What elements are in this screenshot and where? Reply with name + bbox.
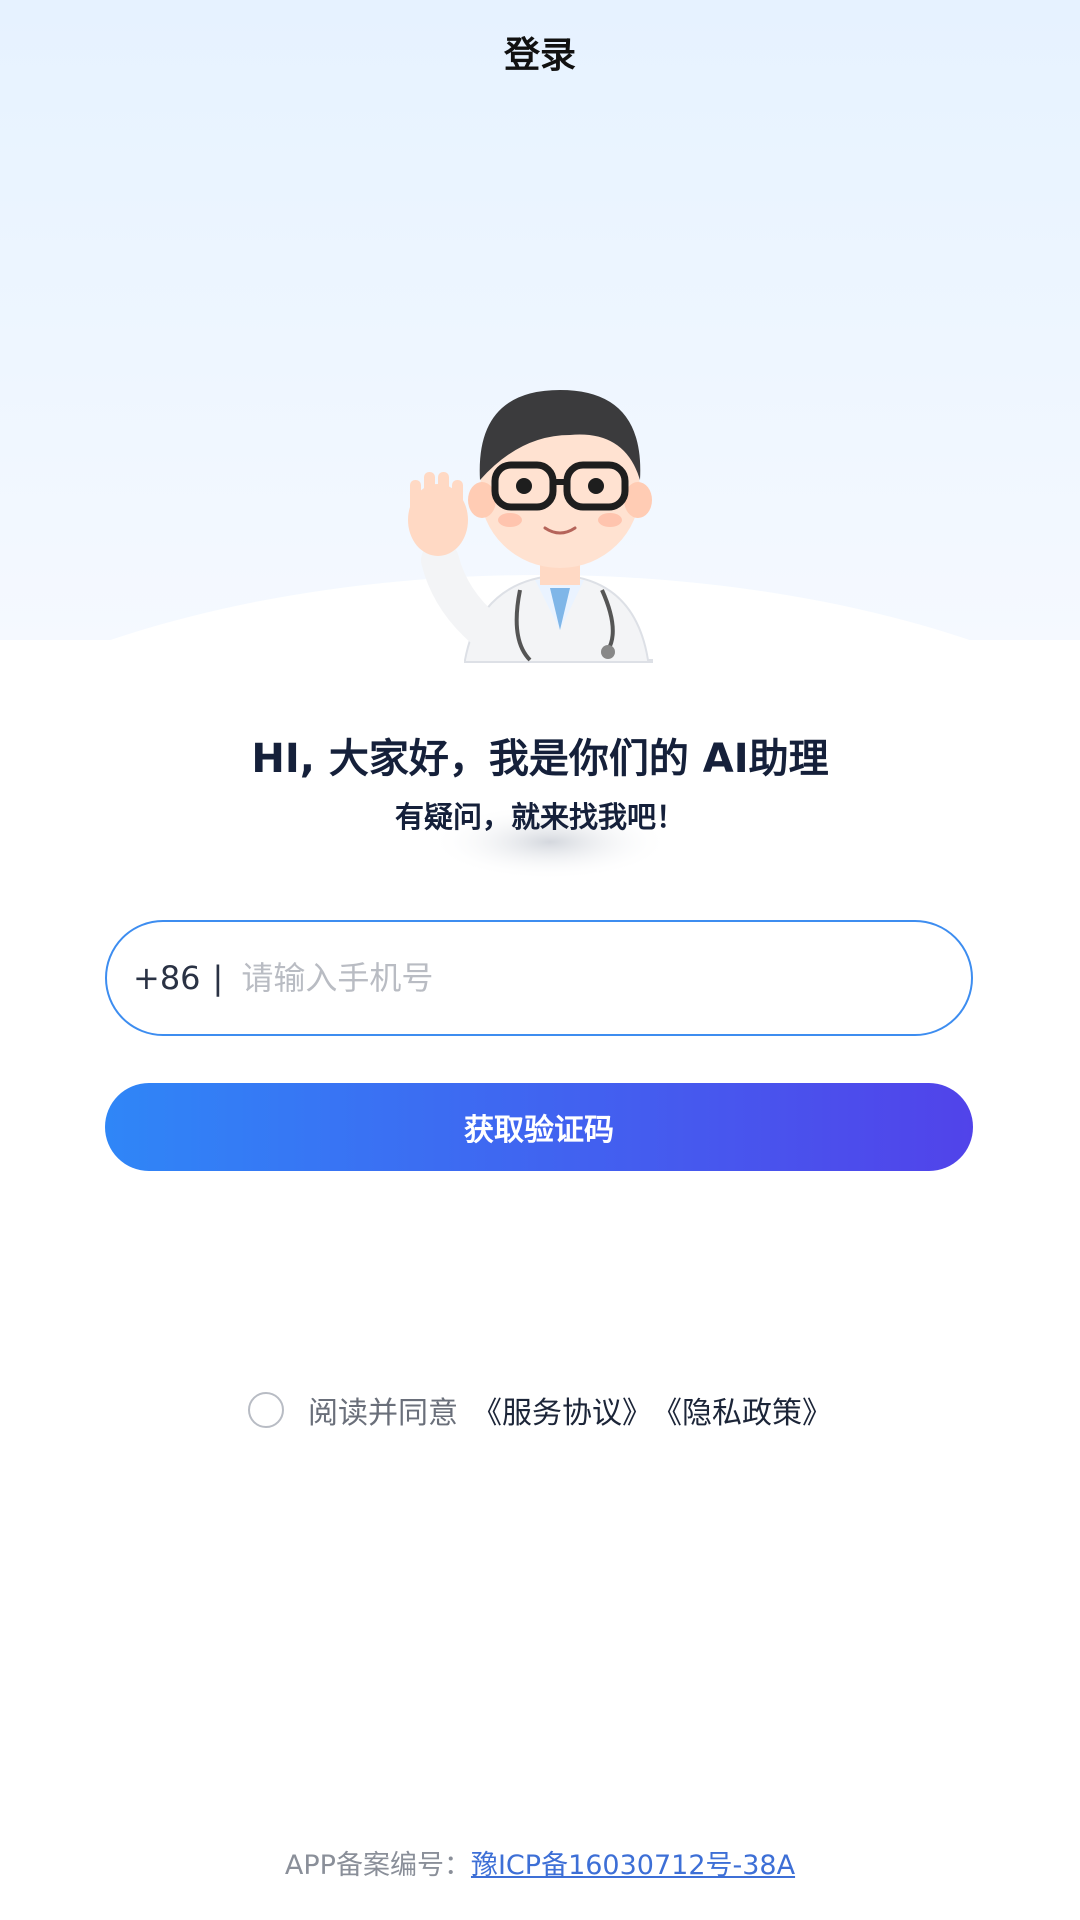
- service-agreement-link[interactable]: 《服务协议》: [472, 1388, 652, 1432]
- page-title: 登录: [503, 35, 576, 76]
- phone-field[interactable]: +86 |: [105, 920, 973, 1036]
- greeting-subtitle: 有疑问，就来找我吧！: [394, 800, 685, 834]
- footer-record: APP备案编号：豫ICP备16030712号-38A: [0, 1843, 1080, 1882]
- agreement-text: 阅读并同意: [308, 1396, 458, 1431]
- get-code-button[interactable]: 获取验证码: [105, 1083, 973, 1171]
- agreement-checkbox[interactable]: [248, 1392, 284, 1428]
- privacy-policy-link[interactable]: 《隐私政策》: [652, 1388, 832, 1432]
- record-label: APP备案编号：: [284, 1850, 471, 1881]
- icp-record-link[interactable]: 豫ICP备16030712号-38A: [471, 1850, 795, 1881]
- greeting-title: HI, 大家好，我是你们的 AI助理: [251, 736, 829, 782]
- phone-input[interactable]: [239, 958, 844, 998]
- country-code[interactable]: +86: [133, 959, 201, 997]
- field-divider: |: [212, 959, 224, 997]
- agreement-row: 阅读并同意 《服务协议》 《隐私政策》: [0, 1388, 1080, 1432]
